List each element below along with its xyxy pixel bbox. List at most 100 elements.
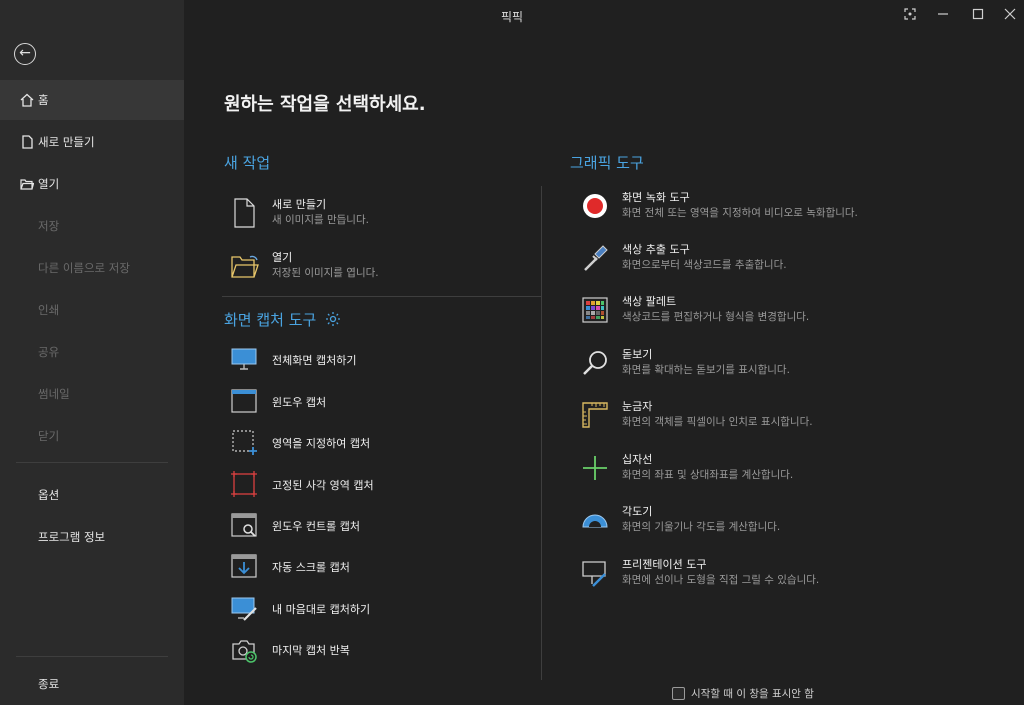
capture-heading: 화면 캡처 도구	[224, 311, 317, 329]
tool-magnifier[interactable]: 돋보기 화면를 확대하는 돋보기를 표시합니다.	[580, 346, 960, 386]
tool-title: 영역을 지정하여 캡처	[272, 437, 371, 450]
capture-fullscreen[interactable]: 전체화면 캡처하기	[230, 345, 530, 377]
sidebar-item-label: 인쇄	[38, 303, 60, 317]
sidebar-item-label: 다른 이름으로 저장	[38, 261, 130, 275]
column-divider	[541, 186, 542, 680]
sidebar-item-label: 프로그램 정보	[38, 530, 106, 544]
tool-color-picker[interactable]: 색상 추출 도구 화면으로부터 색상코드를 추출합니다.	[580, 241, 960, 281]
tool-title: 마지막 캡처 반복	[272, 644, 350, 657]
task-open[interactable]: 열기 저장된 이미지를 엽니다.	[230, 249, 530, 289]
sidebar-item-label: 열기	[38, 177, 60, 191]
sidebar-item-label: 닫기	[38, 429, 60, 443]
page-title: 원하는 작업을 선택하세요.	[224, 94, 426, 115]
tool-title: 내 마음대로 캡처하기	[272, 603, 371, 616]
task-description: 저장된 이미지를 엽니다.	[272, 267, 379, 279]
capture-window-control[interactable]: 윈도우 컨트롤 캡처	[230, 511, 530, 543]
sidebar-item-home[interactable]: 홈	[0, 80, 184, 120]
window-title: 픽픽	[500, 10, 524, 24]
tool-presentation[interactable]: 프리젠테이션 도구 화면에 선이나 도형을 직접 그릴 수 있습니다.	[580, 556, 960, 596]
tool-title: 색상 팔레트	[622, 295, 677, 308]
tool-title: 전체화면 캡처하기	[272, 354, 357, 367]
sidebar-item-share[interactable]: 공유	[0, 332, 184, 372]
tool-title: 색상 추출 도구	[622, 243, 690, 256]
capture-freehand[interactable]: 내 마음대로 캡처하기	[230, 594, 530, 626]
section-capture: 화면 캡처 도구	[224, 309, 341, 330]
sidebar-item-label: 종료	[38, 677, 60, 691]
sidebar-item-about[interactable]: 프로그램 정보	[0, 517, 184, 557]
sidebar-divider	[16, 462, 168, 463]
sidebar-item-save-as[interactable]: 다른 이름으로 저장	[0, 248, 184, 288]
tool-ruler[interactable]: 눈금자 화면의 객체를 픽셀이나 인치로 표시합니다.	[580, 398, 960, 438]
open-folder-icon	[231, 255, 259, 278]
tool-description: 화면의 좌표 및 상대좌표를 계산합니다.	[622, 469, 794, 481]
section-graphic-tools: 그래픽 도구	[570, 154, 644, 172]
section-divider	[222, 296, 542, 297]
palette-grid-icon	[582, 297, 608, 323]
sidebar-item-open[interactable]: 열기	[0, 164, 184, 204]
sidebar-item-label: 저장	[38, 219, 60, 233]
sidebar-item-close[interactable]: 닫기	[0, 416, 184, 456]
tool-title: 자동 스크롤 캡처	[272, 561, 350, 574]
dont-show-checkbox[interactable]	[672, 687, 685, 700]
gear-icon[interactable]	[325, 311, 341, 327]
maximize-icon[interactable]	[966, 6, 990, 26]
sidebar-item-label: 공유	[38, 345, 60, 359]
sidebar-item-label: 옵션	[38, 488, 60, 502]
tool-title: 고정된 사각 영역 캡처	[272, 479, 374, 492]
monitor-icon	[231, 348, 257, 370]
record-icon	[583, 194, 607, 218]
tool-title: 각도기	[622, 505, 653, 518]
tool-description: 화면으로부터 색상코드를 추출합니다.	[622, 259, 787, 271]
tool-color-palette[interactable]: 색상 팔레트 색상코드를 편집하거나 형식을 변경합니다.	[580, 293, 960, 333]
tool-title: 프리젠테이션 도구	[622, 558, 707, 571]
back-arrow-icon[interactable]: ←	[14, 43, 36, 65]
ruler-icon	[582, 402, 608, 428]
tool-title: 화면 녹화 도구	[622, 191, 690, 204]
tool-title: 눈금자	[622, 400, 653, 413]
sidebar-item-save[interactable]: 저장	[0, 206, 184, 246]
task-new[interactable]: 새로 만들기 새 이미지를 만듭니다.	[230, 196, 530, 236]
capture-mode-icon[interactable]	[898, 6, 922, 26]
sidebar-divider	[16, 656, 168, 657]
capture-fixed-region[interactable]: 고정된 사각 영역 캡처	[230, 470, 530, 502]
capture-window[interactable]: 윈도우 캡처	[230, 387, 530, 419]
capture-repeat-last[interactable]: 마지막 캡처 반복	[230, 635, 530, 667]
tool-crosshair[interactable]: 십자선 화면의 좌표 및 상대좌표를 계산합니다.	[580, 451, 960, 491]
tool-description: 화면 전체 또는 영역을 지정하여 비디오로 녹화합니다.	[622, 207, 858, 219]
tool-title: 십자선	[622, 453, 653, 466]
new-file-icon	[234, 198, 255, 228]
tool-description: 화면의 객체를 픽셀이나 인치로 표시합니다.	[622, 416, 813, 428]
sidebar-item-options[interactable]: 옵션	[0, 475, 184, 515]
capture-auto-scroll[interactable]: 자동 스크롤 캡처	[230, 552, 530, 584]
sidebar-item-exit[interactable]: 종료	[0, 664, 184, 704]
presentation-board-icon	[582, 561, 606, 587]
section-new-task: 새 작업	[224, 154, 271, 172]
region-select-icon	[232, 430, 257, 455]
dont-show-label: 시작할 때 이 창을 표시안 함	[691, 688, 814, 700]
tool-screen-recorder[interactable]: 화면 녹화 도구 화면 전체 또는 영역을 지정하여 비디오로 녹화합니다.	[580, 189, 960, 229]
tool-protractor[interactable]: 각도기 화면의 기울기나 각도를 계산합니다.	[580, 503, 960, 543]
task-title: 새로 만들기	[272, 198, 327, 211]
tool-title: 돋보기	[622, 348, 653, 361]
sidebar-item-new[interactable]: 새로 만들기	[0, 122, 184, 162]
sidebar: ← 홈 새로 만들기 열기 저장 다른 이름으로 저장 인쇄 공유 썸네일 닫기…	[0, 0, 184, 705]
sidebar-item-label: 홈	[38, 93, 49, 107]
tool-description: 화면를 확대하는 돋보기를 표시합니다.	[622, 364, 790, 376]
sidebar-item-print[interactable]: 인쇄	[0, 290, 184, 330]
folder-icon	[20, 179, 34, 190]
tool-title: 윈도우 캡처	[272, 396, 327, 409]
capture-region[interactable]: 영역을 지정하여 캡처	[230, 428, 530, 460]
protractor-icon	[582, 514, 608, 528]
main-panel: 원하는 작업을 선택하세요. 새 작업 새로 만들기 새 이미지를 만듭니다. …	[184, 0, 1024, 705]
freehand-capture-icon	[231, 597, 257, 621]
sidebar-item-thumbnail[interactable]: 썸네일	[0, 374, 184, 414]
close-icon[interactable]	[998, 6, 1022, 26]
fixed-region-icon	[231, 471, 257, 497]
tool-description: 색상코드를 편집하거나 형식을 변경합니다.	[622, 311, 810, 323]
eyedropper-icon	[584, 245, 608, 271]
crosshair-icon	[583, 456, 607, 480]
task-description: 새 이미지를 만듭니다.	[272, 214, 369, 226]
sidebar-item-label: 새로 만들기	[38, 135, 95, 149]
window-control-icon	[231, 513, 257, 537]
minimize-icon[interactable]	[931, 6, 955, 26]
